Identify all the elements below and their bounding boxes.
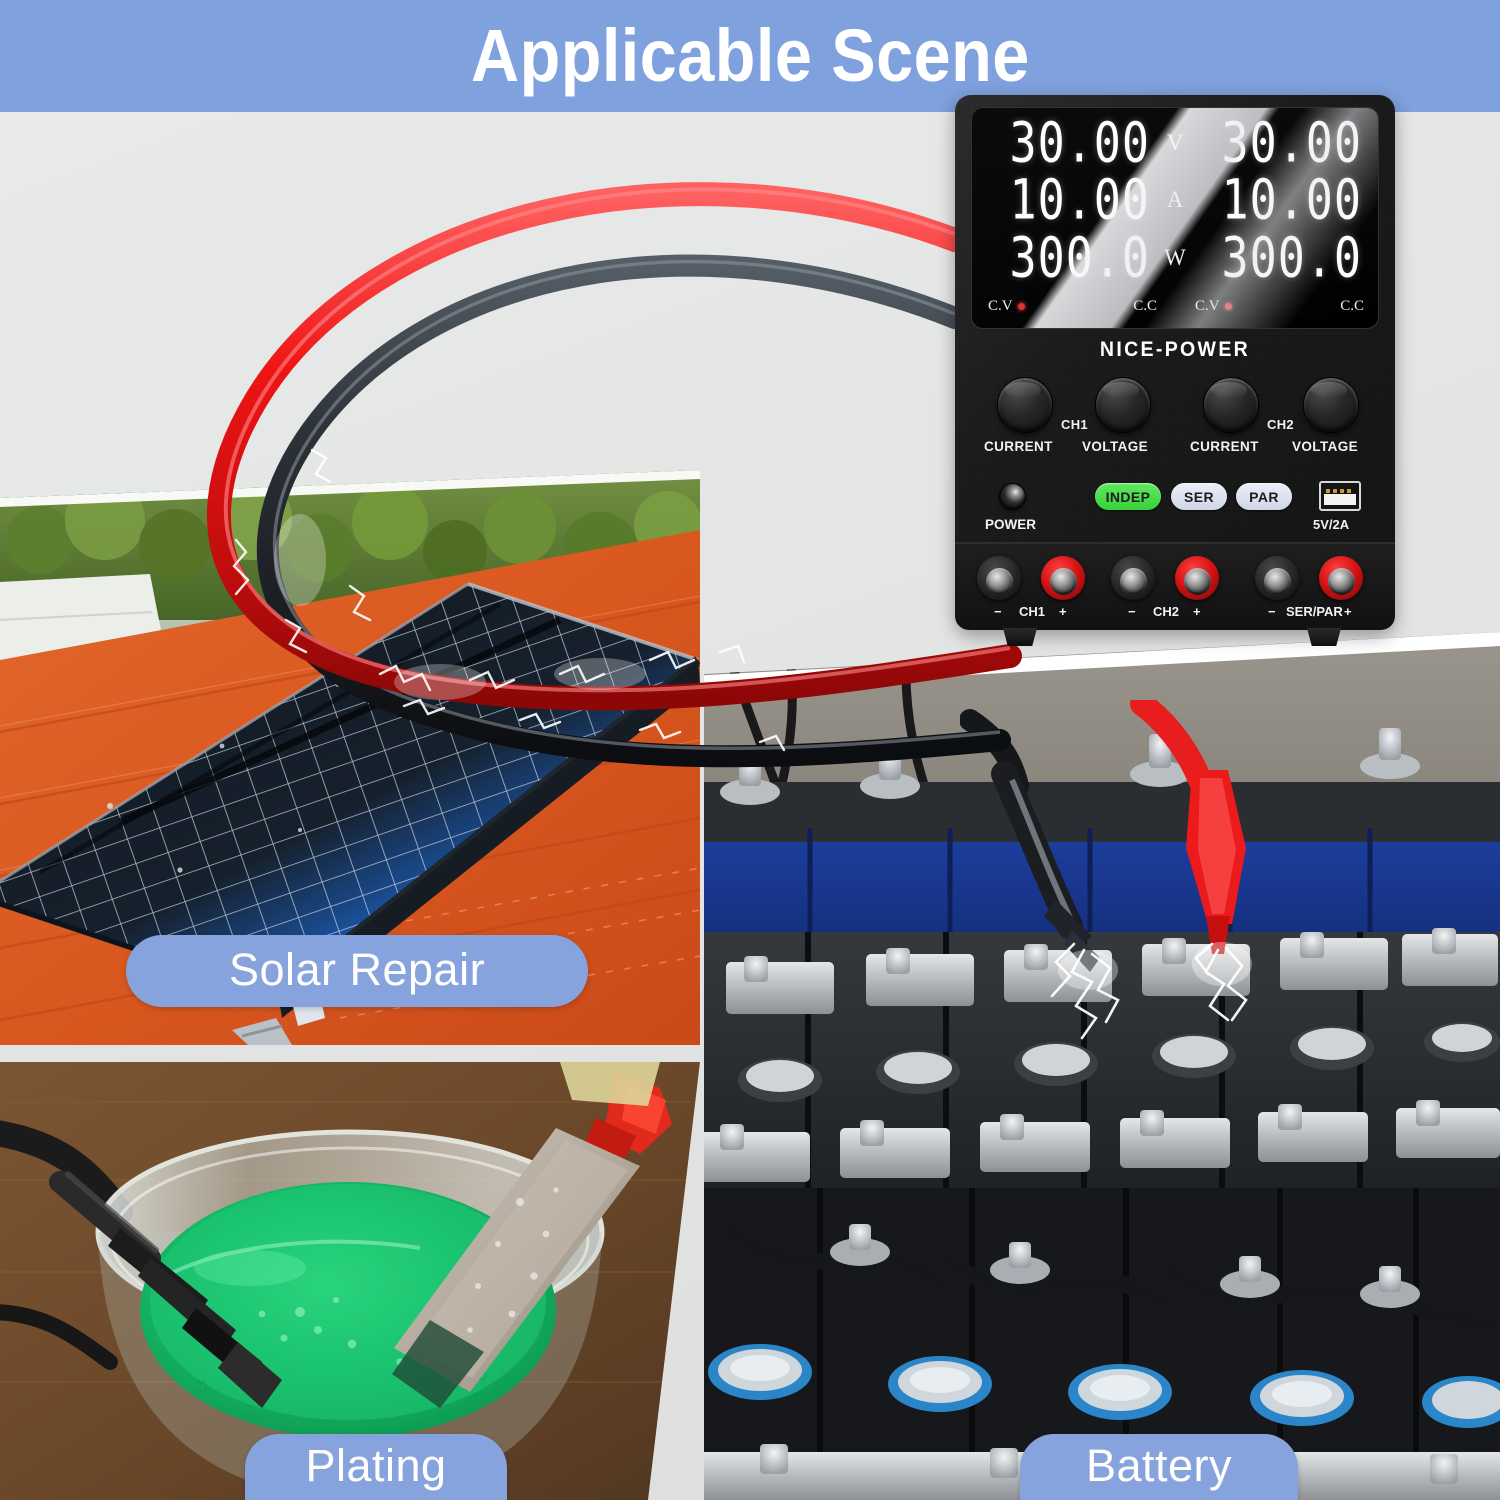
usb-output-label: 5V/2A — [1313, 517, 1350, 532]
serpar-positive-terminal[interactable] — [1319, 556, 1363, 600]
chassis-foot-right — [1307, 628, 1341, 646]
ch1-cv-led — [1017, 302, 1025, 310]
mode-button-ser[interactable]: SER — [1171, 483, 1227, 510]
ch2-voltage-knob-label: VOLTAGE — [1292, 439, 1359, 454]
ch1-current-knob-label: CURRENT — [984, 439, 1053, 454]
ch1-cc-label: C.C — [1133, 297, 1157, 314]
caption-plating: Plating — [245, 1434, 507, 1500]
caption-battery-label: Battery — [1085, 1439, 1233, 1491]
ch2-current-knob-label: CURRENT — [1190, 439, 1259, 454]
ch1-current-knob[interactable] — [997, 377, 1053, 433]
ch1-voltage-readout: 30.00 — [1009, 110, 1150, 175]
serpar-negative-terminal[interactable] — [1255, 556, 1299, 600]
knob-row: CH1 CH2 CURRENT VOLTAGE CURRENT VOLTAGE — [955, 373, 1395, 473]
ch2-minus-label: − — [1128, 604, 1136, 619]
unit-volts: V — [1166, 130, 1184, 156]
ch2-group-label: CH2 — [1153, 604, 1180, 619]
ch1-cv-label: C.V — [988, 297, 1013, 314]
led-display-screen: 30.00 V 30.00 10.00 A 10.00 300.0 W 300.… — [971, 107, 1379, 329]
page-title: Applicable Scene — [470, 14, 1030, 97]
caption-solar-repair-label: Solar Repair — [228, 943, 486, 995]
ch1-group-label: CH1 — [1019, 604, 1046, 619]
caption-plating-label: Plating — [305, 1439, 447, 1491]
usb-icon — [1319, 481, 1361, 511]
ch1-cc-indicator: C.C — [1133, 298, 1157, 315]
display-readouts: 30.00 V 30.00 10.00 A 10.00 300.0 W 300.… — [972, 108, 1378, 286]
ch2-negative-terminal[interactable] — [1111, 556, 1155, 600]
ch1-power-readout: 300.0 — [1009, 224, 1150, 290]
power-button[interactable] — [999, 483, 1026, 510]
ch2-current-readout: 10.00 — [1221, 167, 1362, 233]
chassis-foot-left — [1003, 628, 1037, 646]
ch2-tag: CH2 — [1267, 417, 1294, 432]
ch2-current-knob[interactable] — [1203, 377, 1259, 433]
display-status-row: C.V C.C C.V C.C — [972, 286, 1378, 326]
ch2-cv-led — [1224, 302, 1232, 310]
caption-battery: Battery — [1020, 1434, 1298, 1500]
power-supply-unit: 30.00 V 30.00 10.00 A 10.00 300.0 W 300.… — [955, 95, 1395, 646]
ch1-cv-indicator: C.V — [988, 298, 1025, 315]
ch2-power-readout: 300.0 — [1221, 224, 1362, 290]
ch1-minus-label: − — [994, 604, 1002, 619]
serpar-group-label: SER/PAR — [1286, 604, 1343, 619]
ch1-positive-terminal[interactable] — [1041, 556, 1085, 600]
ch2-voltage-knob[interactable] — [1303, 377, 1359, 433]
ch1-current-readout: 10.00 — [1009, 167, 1150, 233]
mode-button-par[interactable]: PAR — [1236, 483, 1292, 510]
ch2-cv-indicator: C.V — [1195, 298, 1232, 315]
mode-button-indep[interactable]: INDEP — [1095, 483, 1161, 510]
serpar-plus-label: + — [1344, 604, 1352, 619]
ch1-voltage-knob-label: VOLTAGE — [1082, 439, 1149, 454]
ch2-cc-label: C.C — [1340, 297, 1364, 314]
serpar-minus-label: − — [1268, 604, 1276, 619]
ch2-voltage-readout: 30.00 — [1221, 110, 1362, 175]
ch1-plus-label: + — [1059, 604, 1067, 619]
psu-chassis: 30.00 V 30.00 10.00 A 10.00 300.0 W 300.… — [955, 95, 1395, 646]
ch2-plus-label: + — [1193, 604, 1201, 619]
ch2-positive-terminal[interactable] — [1175, 556, 1219, 600]
ch2-cv-label: C.V — [1195, 297, 1220, 314]
caption-solar-repair: Solar Repair — [126, 935, 588, 1007]
ch1-negative-terminal[interactable] — [977, 556, 1021, 600]
brand-logo: NICE-POWER — [1099, 338, 1251, 361]
unit-amps: A — [1166, 187, 1184, 213]
ch1-voltage-knob[interactable] — [1095, 377, 1151, 433]
product-marketing-image: Applicable Scene 2L Solar Repair Plating… — [0, 0, 1500, 1500]
ch1-tag: CH1 — [1061, 417, 1088, 432]
power-button-label: POWER — [985, 517, 1037, 532]
terminal-bay: − CH1 + − CH2 + − SER/PAR + — [955, 542, 1395, 630]
unit-watts: W — [1164, 244, 1186, 270]
ch2-cc-indicator: C.C — [1340, 298, 1364, 315]
